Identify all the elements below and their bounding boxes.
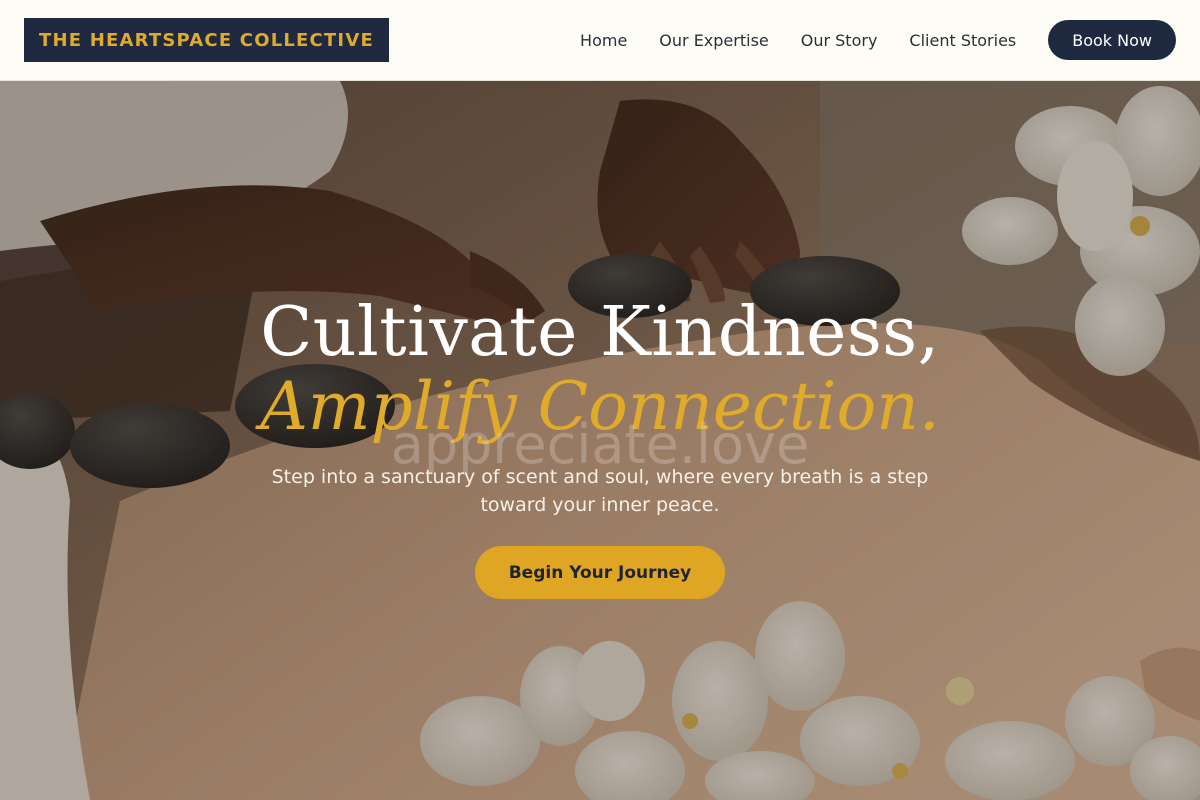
- nav-link-home[interactable]: Home: [580, 31, 627, 50]
- hero-subtitle: Step into a sanctuary of scent and soul,…: [271, 466, 929, 516]
- brand-name: THE HEARTSPACE COLLECTIVE: [39, 29, 374, 51]
- brand-logo[interactable]: THE HEARTSPACE COLLECTIVE: [24, 18, 389, 62]
- nav-link-our-expertise[interactable]: Our Expertise: [659, 31, 768, 50]
- nav-link-client-stories[interactable]: Client Stories: [909, 31, 1016, 50]
- begin-journey-button[interactable]: Begin Your Journey: [475, 546, 725, 599]
- site-header: THE HEARTSPACE COLLECTIVE Home Our Exper…: [0, 0, 1200, 81]
- book-now-button[interactable]: Book Now: [1048, 20, 1176, 60]
- hero-headline-line1: Cultivate Kindness,: [260, 293, 940, 372]
- nav-link-our-story[interactable]: Our Story: [801, 31, 878, 50]
- hero-content: Cultivate Kindness, Amplify Connection. …: [0, 81, 1200, 800]
- hero-section: Cultivate Kindness, Amplify Connection. …: [0, 81, 1200, 800]
- main-nav: Home Our Expertise Our Story Client Stor…: [580, 20, 1176, 60]
